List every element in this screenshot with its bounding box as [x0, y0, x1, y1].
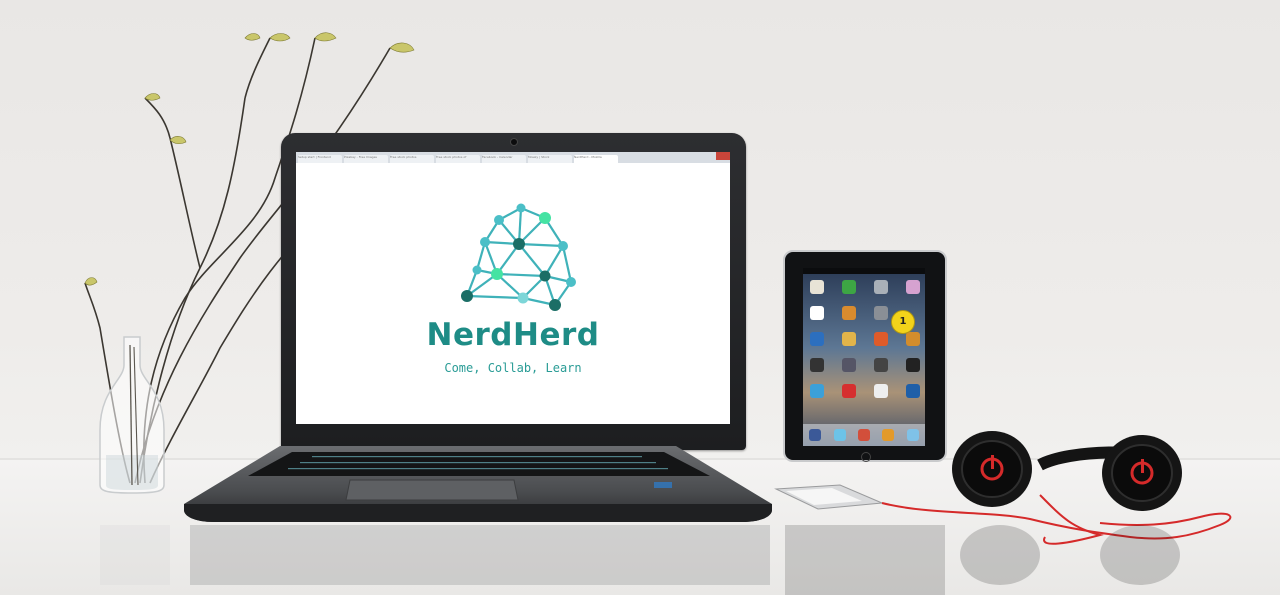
webcam-icon	[510, 138, 518, 146]
network-brain-logo-icon	[461, 203, 576, 311]
notification-badge[interactable]: 1	[891, 310, 915, 334]
app-icon[interactable]	[842, 384, 856, 398]
browser-tab[interactable]: Pixabay - Free Images	[344, 155, 388, 163]
app-icon[interactable]	[810, 306, 824, 320]
app-icon[interactable]	[906, 280, 920, 294]
browser-tab[interactable]: Setup start | Frontend	[298, 155, 342, 163]
app-icon[interactable]	[810, 332, 824, 346]
laptop-screen-bezel: Setup start | Frontend Pixabay - Free Im…	[281, 133, 746, 450]
app-icon[interactable]	[906, 358, 920, 372]
browser-tab[interactable]: Free stock photos of	[436, 155, 480, 163]
app-icon[interactable]	[810, 358, 824, 372]
glass-vase	[99, 336, 165, 494]
desk-reflection	[100, 525, 1180, 595]
app-icon[interactable]	[874, 384, 888, 398]
tablet-home-screen: 1	[803, 268, 925, 446]
tablet-status-bar	[803, 268, 925, 274]
app-icon[interactable]	[906, 384, 920, 398]
app-icon[interactable]	[874, 332, 888, 346]
browser-tab[interactable]: Free stock photos	[390, 155, 434, 163]
app-icon[interactable]	[842, 358, 856, 372]
ipod-icon	[774, 484, 883, 510]
brand-title: NerdHerd	[426, 317, 600, 353]
app-icon[interactable]	[810, 384, 824, 398]
laptop-keyboard-deck	[184, 446, 772, 522]
app-icon[interactable]	[906, 332, 920, 346]
app-icon[interactable]	[874, 280, 888, 294]
app-icon[interactable]	[842, 306, 856, 320]
close-icon[interactable]	[716, 152, 730, 160]
brand-tagline: Come, Collab, Learn	[444, 361, 582, 375]
laptop-display: Setup start | Frontend Pixabay - Free Im…	[296, 152, 730, 424]
tablet-app-grid	[810, 280, 920, 398]
browser-tab-active[interactable]: NerdHerd - Mozilla	[574, 155, 618, 163]
app-icon[interactable]	[842, 280, 856, 294]
app-icon[interactable]	[874, 306, 888, 320]
browser-tab[interactable]: Mossly | Stock	[528, 155, 572, 163]
app-icon[interactable]	[874, 358, 888, 372]
photo-scene: Setup start | Frontend Pixabay - Free Im…	[0, 0, 1280, 595]
app-icon[interactable]	[810, 280, 824, 294]
browser-tab-bar: Setup start | Frontend Pixabay - Free Im…	[296, 152, 730, 163]
browser-tab[interactable]: Facebook - Calendar	[482, 155, 526, 163]
app-icon[interactable]	[842, 332, 856, 346]
